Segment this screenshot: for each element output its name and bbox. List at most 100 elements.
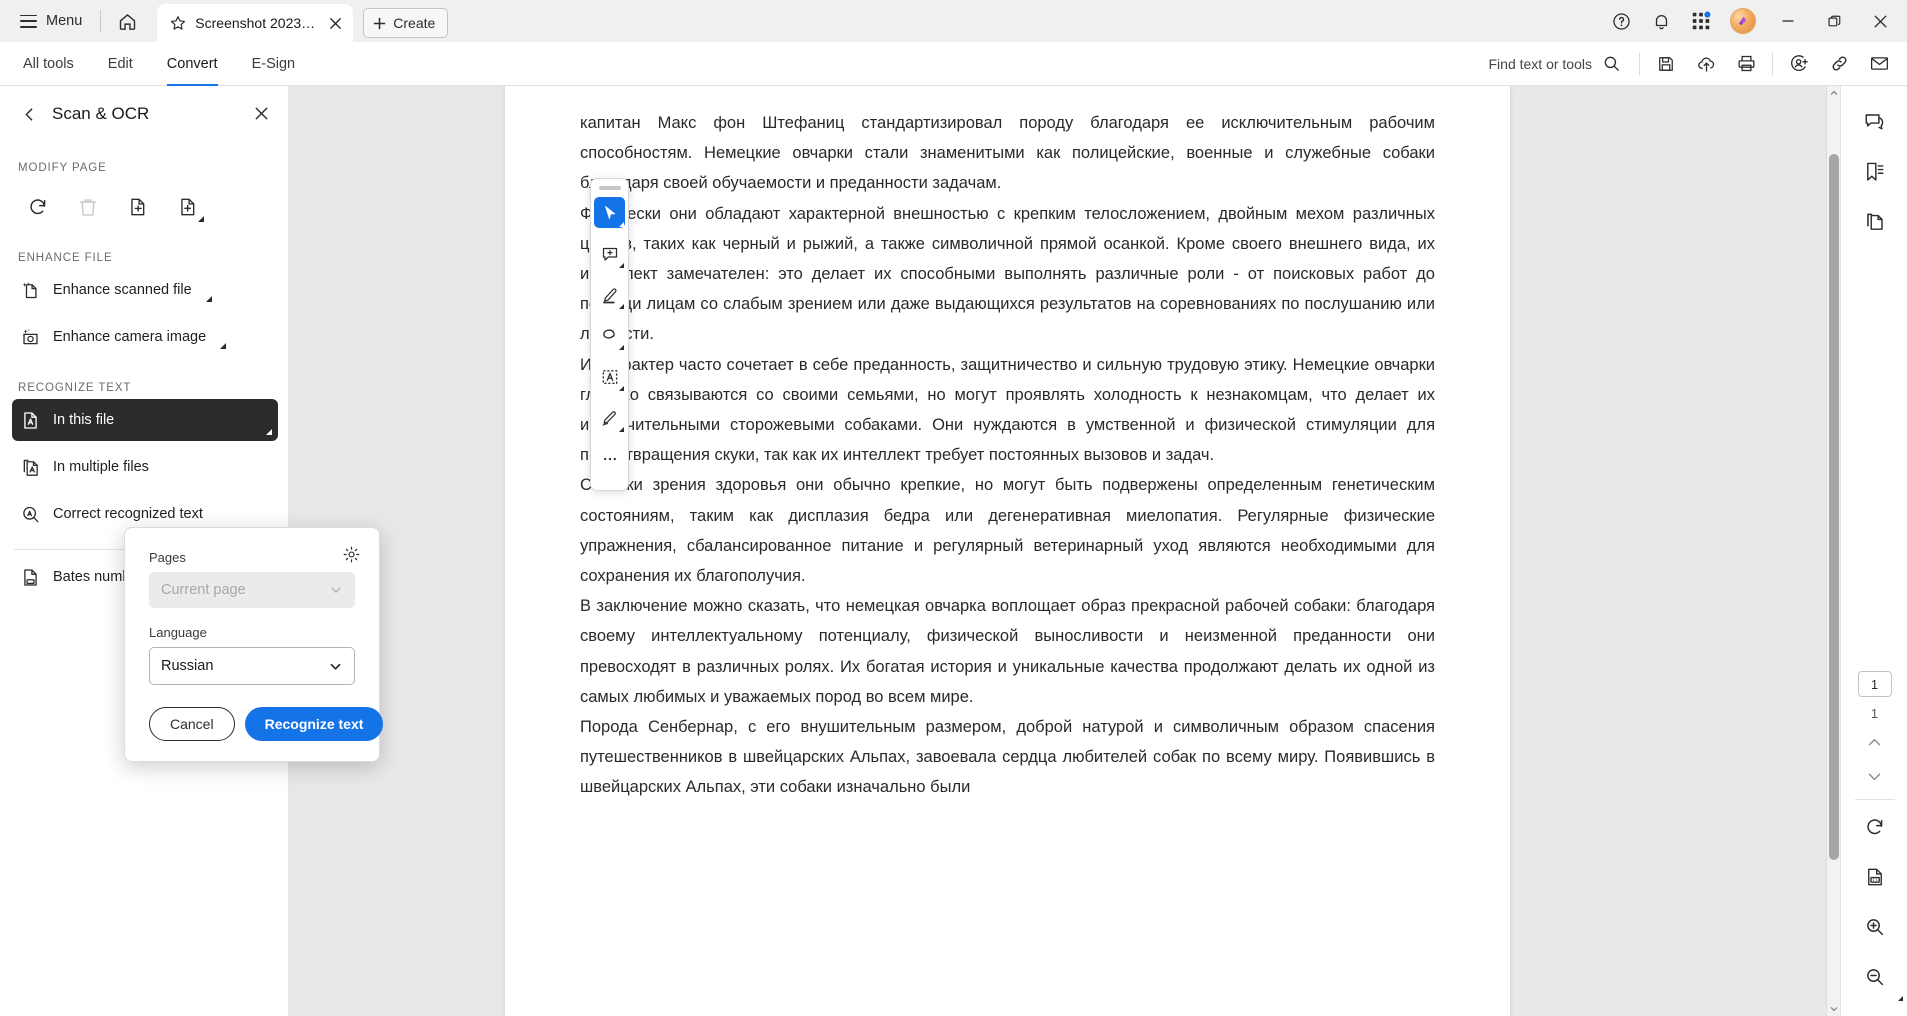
maximize-icon	[1827, 14, 1842, 29]
right-rail: 1 1	[1840, 86, 1907, 1016]
add-comment-button[interactable]	[594, 238, 625, 269]
panel-back-button[interactable]	[14, 99, 44, 129]
text-select-icon	[600, 367, 620, 387]
home-icon	[117, 11, 138, 32]
section-label-enhance-file: ENHANCE FILE	[0, 252, 288, 264]
create-button[interactable]: Create	[363, 8, 448, 38]
email-button[interactable]	[1859, 46, 1899, 82]
dropdown-caret-icon	[619, 345, 624, 350]
sidebar-item-enhance-camera-image[interactable]: Enhance camera image	[12, 316, 278, 358]
save-button[interactable]	[1646, 46, 1686, 82]
draw-signature-icon	[600, 408, 620, 428]
minimize-icon	[1781, 14, 1795, 28]
find-button[interactable]: Find text or tools	[1489, 54, 1622, 73]
document-scrollbar[interactable]	[1826, 86, 1840, 1016]
dropdown-caret-icon	[619, 386, 624, 391]
recognize-text-button[interactable]: Recognize text	[245, 707, 384, 741]
next-page-button[interactable]	[1854, 759, 1896, 793]
palette-drag-handle[interactable]	[599, 186, 621, 190]
rotate-page-button[interactable]	[16, 186, 60, 228]
home-button[interactable]	[109, 5, 145, 37]
organize-pages-button[interactable]	[1853, 200, 1895, 242]
copy-link-button[interactable]	[1819, 46, 1859, 82]
zoom-out-icon	[1864, 966, 1886, 988]
select-tool-button[interactable]	[594, 197, 625, 228]
section-label-modify-page: MODIFY PAGE	[0, 162, 288, 174]
close-window-button[interactable]	[1857, 0, 1903, 42]
enhance-scanned-file-icon	[20, 280, 41, 301]
tab-convert[interactable]: Convert	[150, 42, 235, 86]
search-icon	[1602, 54, 1621, 73]
rotate-page-icon	[27, 196, 49, 218]
tab-all-tools[interactable]: All tools	[6, 42, 91, 86]
extract-page-button[interactable]	[116, 186, 160, 228]
recognize-in-file-icon	[20, 410, 41, 431]
link-icon	[1829, 53, 1850, 74]
avatar-glyph-icon	[1736, 14, 1750, 28]
panel-close-button[interactable]	[246, 98, 276, 128]
sidebar-item-enhance-scanned-file[interactable]: Enhance scanned file	[12, 269, 278, 311]
sidebar-item-label: In this file	[53, 412, 114, 428]
tab-close-button[interactable]	[323, 11, 347, 35]
sidebar-item-in-multiple-files[interactable]: In multiple files	[12, 446, 278, 488]
document-paragraph: Порода Сенбернар, с его внушительным раз…	[580, 712, 1435, 803]
previous-page-button[interactable]	[1854, 725, 1896, 759]
window-close-icon	[1873, 14, 1888, 29]
email-icon	[1869, 53, 1890, 74]
tab-esign[interactable]: E-Sign	[235, 42, 313, 86]
modify-page-icons	[0, 186, 288, 228]
correct-recognized-text-icon	[20, 504, 41, 525]
document-paragraph: Физически они обладают характерной внешн…	[580, 199, 1435, 350]
notifications-button[interactable]	[1641, 1, 1681, 41]
tab-edit[interactable]: Edit	[91, 42, 150, 86]
cancel-button[interactable]: Cancel	[149, 707, 235, 741]
document-tab[interactable]: Screenshot 2023-12-30 1...	[157, 4, 353, 42]
share-button[interactable]	[1779, 46, 1819, 82]
tool-nav: All tools Edit Convert E-Sign	[0, 42, 312, 86]
scroll-up-arrow[interactable]	[1827, 86, 1840, 100]
scroll-down-arrow[interactable]	[1827, 1002, 1840, 1016]
insert-page-button[interactable]	[166, 186, 210, 228]
language-label: Language	[149, 625, 355, 640]
current-page-input[interactable]: 1	[1858, 671, 1892, 697]
sidebar-item-label: Enhance scanned file	[53, 282, 192, 298]
dropdown-caret-icon	[619, 427, 624, 432]
more-tools-button[interactable]	[594, 443, 625, 474]
language-select[interactable]: Russian	[149, 647, 355, 685]
section-label-recognize-text: RECOGNIZE TEXT	[0, 382, 288, 394]
save-icon	[1656, 54, 1676, 74]
text-select-button[interactable]	[594, 361, 625, 392]
sidebar-item-label: Enhance camera image	[53, 329, 206, 345]
delete-page-button[interactable]	[66, 186, 110, 228]
bookmark-panel-button[interactable]	[1853, 150, 1895, 192]
menu-button[interactable]: Menu	[10, 5, 92, 37]
rotate-view-icon	[1864, 816, 1886, 838]
pages-select[interactable]: Current page	[149, 572, 355, 608]
highlighter-button[interactable]	[594, 279, 625, 310]
popup-settings-button[interactable]	[339, 542, 363, 566]
sidebar-item-in-this-file[interactable]: In this file	[12, 399, 278, 441]
title-bar-right	[1601, 0, 1907, 42]
star-icon[interactable]	[169, 14, 187, 32]
maximize-button[interactable]	[1811, 0, 1857, 42]
zoom-out-button[interactable]	[1854, 956, 1896, 998]
zoom-in-icon	[1864, 916, 1886, 938]
rotate-view-button[interactable]	[1854, 806, 1896, 848]
scrollbar-thumb[interactable]	[1829, 154, 1839, 860]
dropdown-caret-icon	[198, 216, 204, 222]
insert-page-icon	[177, 196, 199, 218]
fit-page-button[interactable]: 1:1	[1854, 856, 1896, 898]
cloud-upload-button[interactable]	[1686, 46, 1726, 82]
help-button[interactable]	[1601, 1, 1641, 41]
avatar[interactable]	[1730, 8, 1756, 34]
comment-panel-button[interactable]	[1853, 100, 1895, 142]
total-pages-label: 1	[1871, 706, 1878, 721]
print-button[interactable]	[1726, 46, 1766, 82]
zoom-in-button[interactable]	[1854, 906, 1896, 948]
apps-button[interactable]	[1681, 1, 1721, 41]
divider	[1639, 53, 1640, 75]
draw-signature-button[interactable]	[594, 402, 625, 433]
minimize-button[interactable]	[1765, 0, 1811, 42]
document-paragraph: Их характер часто сочетает в себе предан…	[580, 350, 1435, 471]
lasso-select-button[interactable]	[594, 320, 625, 351]
